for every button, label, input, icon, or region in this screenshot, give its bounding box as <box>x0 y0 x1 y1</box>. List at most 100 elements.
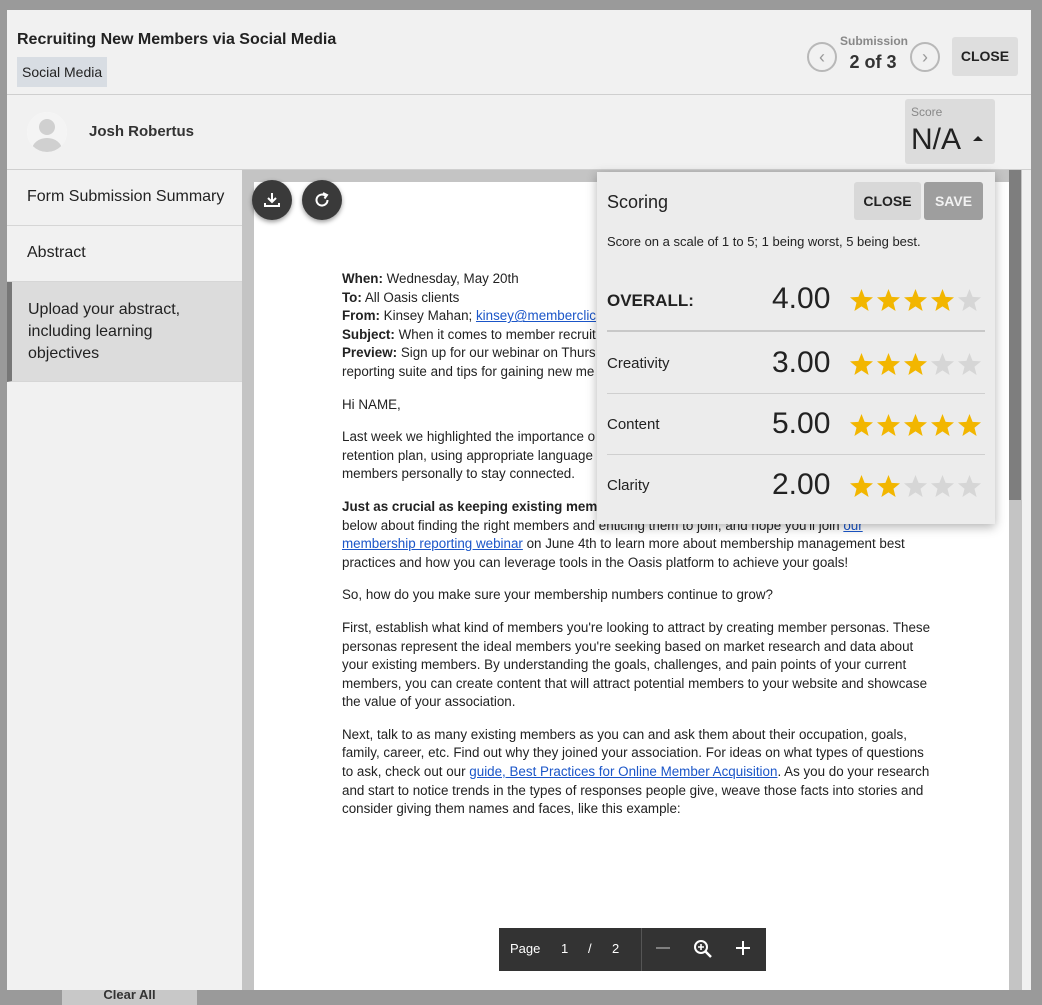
star-empty-icon[interactable] <box>957 474 982 499</box>
star-empty-icon[interactable] <box>930 352 955 377</box>
paragraph-4: First, establish what kind of members yo… <box>342 619 931 710</box>
download-button[interactable] <box>252 180 292 220</box>
submitter-name: Josh Robertus <box>89 123 195 140</box>
divider <box>607 454 985 455</box>
webinar-link[interactable]: membership reporting webinar <box>342 536 523 551</box>
paragraph-text: practices and how you can leverage tools… <box>342 554 849 570</box>
submission-modal: Recruiting New Members via Social Media … <box>7 10 1031 990</box>
criterion-stars[interactable] <box>849 474 984 504</box>
criterion-label: Creativity <box>607 355 670 372</box>
sidebar-item-upload-abstract[interactable]: Upload your abstract, including learning… <box>7 282 242 382</box>
submission-label: Submission <box>840 34 909 48</box>
star-filled-icon[interactable] <box>876 288 901 313</box>
previous-submission-button[interactable]: ‹ <box>807 42 837 72</box>
paragraph-text: members personally to stay connected. <box>342 466 575 482</box>
to-value: All Oasis clients <box>364 289 460 305</box>
to-label: To: <box>342 289 362 305</box>
page-number-input[interactable]: 1 <box>561 941 568 956</box>
star-filled-icon[interactable] <box>930 288 955 313</box>
from-value: Kinsey Mahan; <box>383 308 473 324</box>
zoom-out-button[interactable] <box>655 940 671 959</box>
overall-value: 4.00 <box>772 282 831 315</box>
guide-link[interactable]: guide, Best Practices for Online Member … <box>469 764 777 779</box>
star-filled-icon[interactable] <box>930 413 955 438</box>
criterion-stars[interactable] <box>849 413 984 443</box>
preview-label: Preview: <box>342 345 398 361</box>
score-label: Score <box>911 105 943 119</box>
divider <box>607 330 985 332</box>
category-tag: Social Media <box>17 57 108 87</box>
star-empty-icon[interactable] <box>957 288 982 313</box>
refresh-button[interactable] <box>302 180 342 220</box>
star-filled-icon[interactable] <box>849 413 874 438</box>
criterion-value: 2.00 <box>772 468 831 501</box>
scoring-title: Scoring <box>607 192 669 212</box>
subject-value: When it comes to member recruit <box>398 326 596 342</box>
when-value: Wednesday, May 20th <box>386 271 519 286</box>
score-dropdown[interactable]: Score N/A <box>905 99 995 164</box>
close-modal-button[interactable]: CLOSE <box>952 37 1018 76</box>
user-bar: Josh Robertus Score N/A <box>7 95 1031 170</box>
page-total: 2 <box>612 941 620 956</box>
page-separator: / <box>588 941 592 956</box>
modal-header: Recruiting New Members via Social Media … <box>7 10 1031 95</box>
scoring-panel: Scoring CLOSE SAVE Score on a scale of 1… <box>597 172 995 524</box>
paragraph-bold: Just as crucial as keeping existing mem <box>342 498 598 514</box>
criterion-row: Content 5.00 <box>607 405 985 465</box>
paragraph-5: Next, talk to as many existing members a… <box>342 726 932 819</box>
criterion-value: 3.00 <box>772 346 831 379</box>
preview-value: Sign up for our webinar on Thurs <box>400 345 596 361</box>
star-filled-icon[interactable] <box>957 413 982 438</box>
star-filled-icon[interactable] <box>903 352 928 377</box>
star-filled-icon[interactable] <box>876 352 901 377</box>
next-submission-button[interactable]: › <box>910 42 940 72</box>
overall-label: OVERALL: <box>607 291 694 310</box>
viewer-scrollbar[interactable] <box>1009 170 1021 500</box>
page-label: Page <box>510 941 541 956</box>
star-filled-icon[interactable] <box>903 413 928 438</box>
submission-counter: 2 of 3 <box>849 52 897 72</box>
star-filled-icon[interactable] <box>876 413 901 438</box>
sidebar-item-label: Form Submission Summary <box>27 188 225 205</box>
paragraph-text: on June 4th to learn more about membersh… <box>526 536 905 552</box>
submission-title: Recruiting New Members via Social Media <box>17 31 337 48</box>
scoring-save-button[interactable]: SAVE <box>924 182 983 220</box>
zoom-icon <box>694 940 712 958</box>
star-filled-icon[interactable] <box>849 288 874 313</box>
zoom-button[interactable] <box>693 939 713 962</box>
criterion-value: 5.00 <box>772 407 831 440</box>
star-empty-icon[interactable] <box>930 474 955 499</box>
sidebar-item-form-summary[interactable]: Form Submission Summary <box>7 170 242 226</box>
page-navigator: Page 1 / 2 <box>499 928 766 971</box>
star-filled-icon[interactable] <box>849 474 874 499</box>
star-filled-icon[interactable] <box>903 288 928 313</box>
criterion-row: Creativity 3.00 <box>607 344 985 404</box>
chevron-left-icon: ‹ <box>819 47 825 67</box>
criterion-label: Clarity <box>607 477 650 494</box>
star-filled-icon[interactable] <box>876 474 901 499</box>
score-value: N/A <box>911 123 962 156</box>
download-icon <box>264 193 280 207</box>
paragraph-3: So, how do you make sure your membership… <box>342 587 773 603</box>
zoom-in-button[interactable] <box>735 940 751 959</box>
from-label: From: <box>342 308 380 324</box>
when-label: When: <box>342 271 383 286</box>
paragraph-text: retention plan, using appropriate langua… <box>342 447 593 463</box>
criterion-stars[interactable] <box>849 352 984 382</box>
star-filled-icon[interactable] <box>849 352 874 377</box>
sidebar-item-abstract[interactable]: Abstract <box>7 226 242 282</box>
paragraph-text: Last week we highlighted the importance … <box>342 429 596 445</box>
email-link[interactable]: kinsey@memberclic <box>476 308 596 323</box>
overall-stars[interactable] <box>849 288 984 318</box>
divider <box>607 393 985 394</box>
chevron-right-icon: › <box>922 47 928 67</box>
sidebar-item-label: Abstract <box>27 244 86 261</box>
avatar <box>27 112 67 152</box>
sidebar: Form Submission Summary Abstract Upload … <box>7 170 242 990</box>
star-empty-icon[interactable] <box>957 352 982 377</box>
plus-icon <box>736 941 750 955</box>
refresh-icon <box>315 192 329 207</box>
criterion-row: Clarity 2.00 <box>607 466 985 526</box>
scoring-close-button[interactable]: CLOSE <box>854 182 921 220</box>
star-empty-icon[interactable] <box>903 474 928 499</box>
